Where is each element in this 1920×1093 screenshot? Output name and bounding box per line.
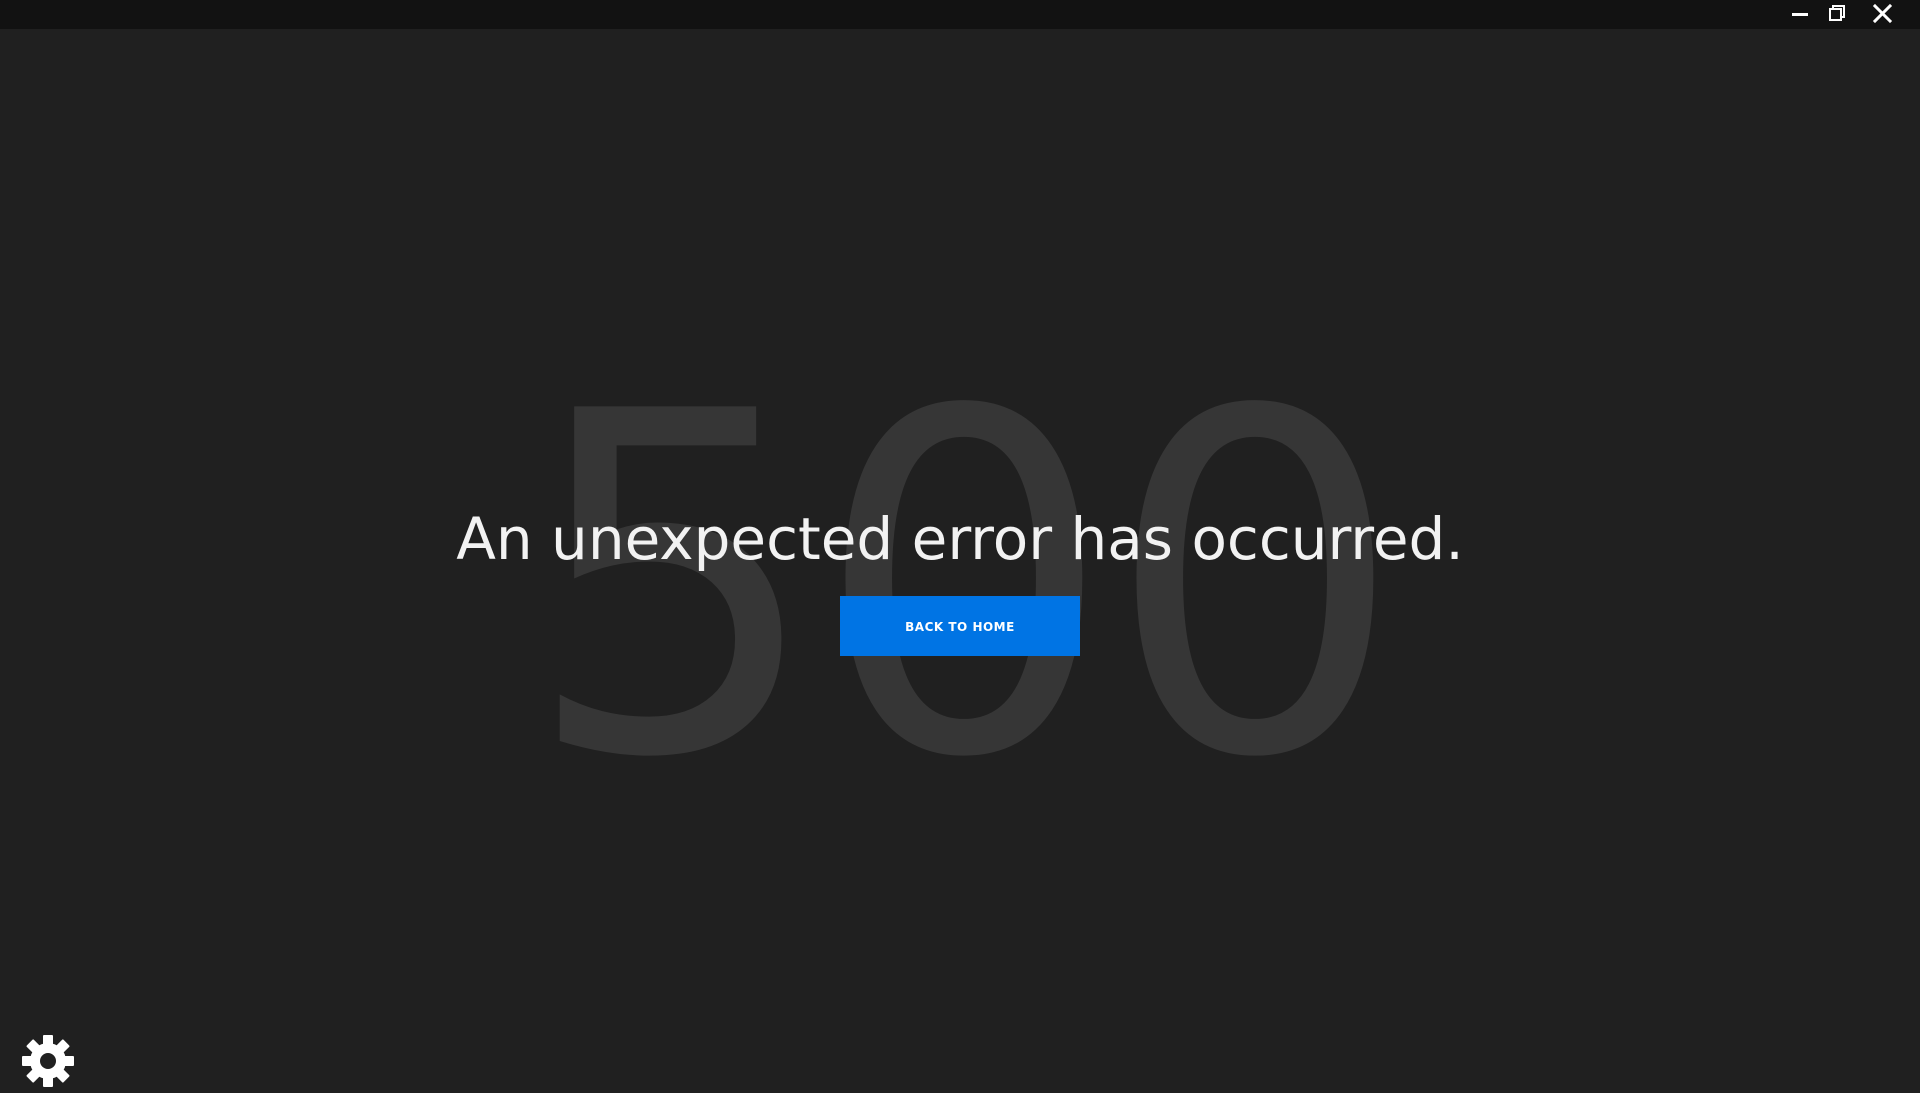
restore-icon: [1829, 5, 1845, 21]
close-button[interactable]: [1865, 0, 1901, 29]
minimize-button[interactable]: [1781, 0, 1817, 29]
close-icon: [1872, 3, 1893, 24]
title-bar: [0, 0, 1920, 29]
error-page: 500 An unexpected error has occurred. BA…: [0, 29, 1920, 1087]
minimize-icon: [1792, 13, 1808, 16]
back-to-home-button[interactable]: BACK TO HOME: [840, 596, 1080, 656]
gear-icon: [22, 1035, 74, 1087]
error-code-background: 500: [523, 313, 1404, 860]
settings-button[interactable]: [20, 1033, 76, 1089]
restore-button[interactable]: [1818, 0, 1854, 29]
error-message: An unexpected error has occurred.: [456, 505, 1464, 573]
